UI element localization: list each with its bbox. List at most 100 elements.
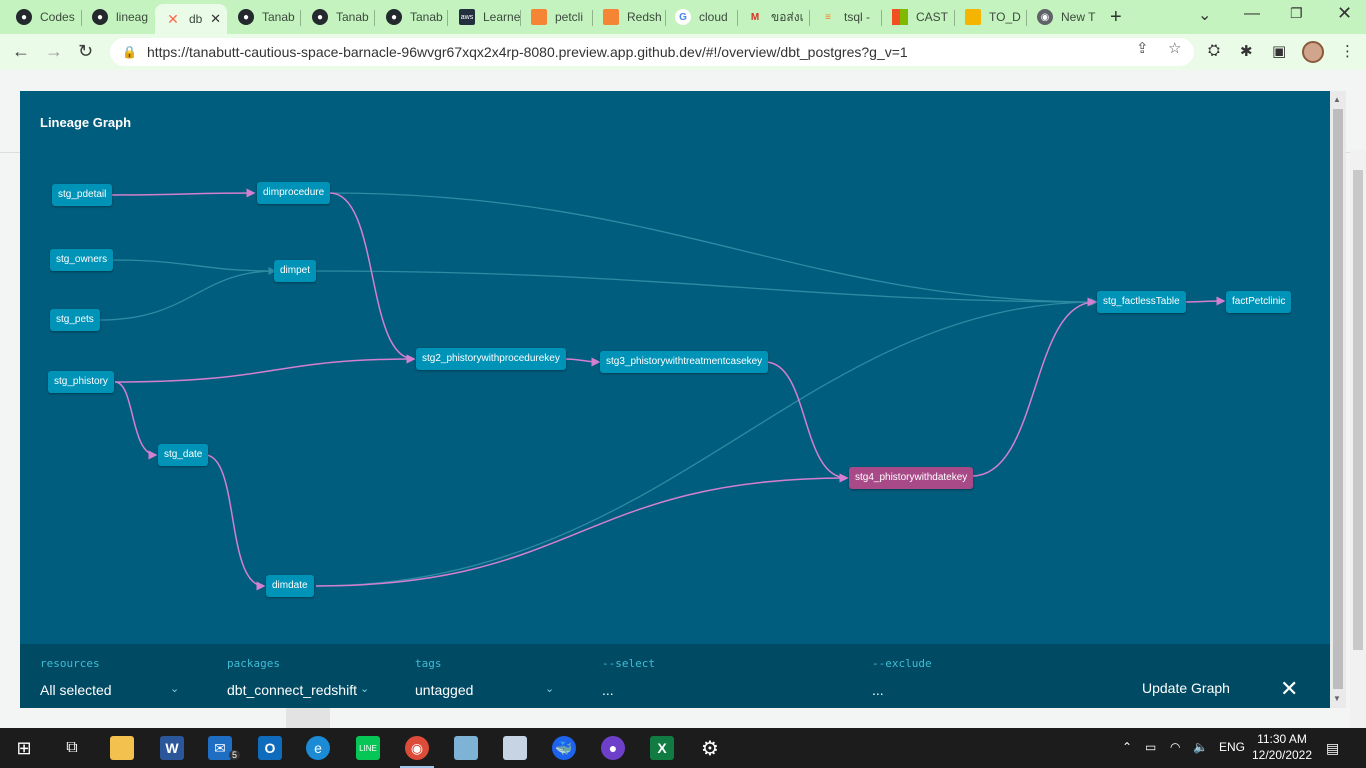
forward-arrow-icon[interactable]: → (45, 41, 63, 62)
url-text: https://tanabutt-cautious-space-barnacle… (146, 44, 908, 60)
new-tab-button[interactable]: + (1110, 6, 1122, 29)
edge-stgdate-dimdate (204, 454, 266, 591)
docker-icon[interactable]: 🐳 (552, 736, 576, 760)
extension-badge-icon[interactable]: ⛭ (1208, 42, 1220, 59)
menu-kebab-icon[interactable]: ⋮ (1340, 42, 1355, 60)
node-dimdate[interactable]: dimdate (266, 575, 314, 597)
close-tab-icon[interactable]: ✕ (210, 11, 221, 27)
select-input[interactable]: ... (602, 682, 614, 698)
language-indicator[interactable]: ENG (1219, 740, 1245, 754)
volume-icon[interactable]: 🔈 (1193, 740, 1208, 754)
tab-label: petcli (555, 10, 584, 24)
lineage-graph[interactable]: stg_pdetail dimprocedure stg_owners dimp… (20, 91, 1330, 644)
tab-lineage[interactable]: ● lineag (82, 4, 154, 30)
page-scrollbar-thumb[interactable] (1353, 170, 1363, 650)
notepad-icon[interactable] (454, 736, 478, 760)
side-panel-icon[interactable]: ▣ (1272, 42, 1286, 60)
settings-gear-icon[interactable]: ⚙ (698, 736, 722, 760)
node-dimpet[interactable]: dimpet (274, 260, 317, 282)
restore-button[interactable]: ❐ (1290, 5, 1303, 22)
docs-icon (965, 9, 981, 25)
node-stg-date[interactable]: stg_date (158, 444, 209, 466)
exclude-input[interactable]: ... (872, 682, 884, 698)
tab-new[interactable]: ◉ New T (1027, 4, 1099, 30)
bookmark-star-icon[interactable]: ☆ (1168, 39, 1181, 57)
node-stg-pdetail[interactable]: stg_pdetail (52, 184, 113, 206)
edge-pets-dimpet (99, 267, 277, 321)
tab-gmail[interactable]: M ขอส่งเ (737, 4, 809, 30)
tab-tsql[interactable]: ≡ tsql - (810, 4, 882, 30)
edge-stg2-stg3 (564, 357, 601, 367)
github-icon: ● (312, 9, 328, 25)
battery-icon[interactable]: ▭ (1145, 740, 1156, 754)
reload-icon[interactable]: ↻ (78, 41, 93, 62)
edge-icon[interactable]: e (306, 736, 330, 760)
node-stg3-phistorywithtreatmentcasekey[interactable]: stg3_phistorywithtreatmentcasekey (600, 351, 769, 373)
page-scrollbar[interactable] (1350, 150, 1366, 728)
back-arrow-icon[interactable]: ← (12, 41, 30, 62)
scroll-up-icon[interactable]: ▲ (1333, 95, 1341, 104)
github-desktop-icon[interactable]: ● (601, 736, 625, 760)
tab-learner[interactable]: aws Learne (449, 4, 521, 30)
share-icon[interactable]: ⇪ (1136, 39, 1149, 57)
tags-chevron-icon[interactable]: ⌄ (545, 682, 554, 695)
tab-redshift[interactable]: Redsh (593, 4, 665, 30)
node-stg2-phistorywithprocedurekey[interactable]: stg2_phistorywithprocedurekey (416, 348, 566, 370)
close-icon[interactable]: ✕ (1280, 676, 1298, 702)
line-app-icon[interactable]: LINE (356, 736, 380, 760)
tab-search-chevron-icon[interactable]: ⌄ (1198, 5, 1211, 25)
tray-chevron-icon[interactable]: ⌃ (1122, 740, 1132, 754)
node-stg4-phistorywithdatekey-selected[interactable]: stg4_phistorywithdatekey (849, 467, 974, 489)
node-stg-pets[interactable]: stg_pets (50, 309, 100, 331)
file-explorer-icon[interactable] (110, 736, 134, 760)
system-clock[interactable]: 11:30 AM 12/20/2022 (1250, 731, 1314, 763)
tab-cloud[interactable]: G cloud (665, 4, 737, 30)
outlook-icon[interactable]: O (258, 736, 282, 760)
node-factpetclinic[interactable]: factPetclinic (1226, 291, 1292, 313)
wifi-icon[interactable]: ◠ (1170, 740, 1180, 754)
tab-petclinic[interactable]: petcli (521, 4, 593, 30)
avatar[interactable] (1302, 41, 1324, 63)
scroll-down-icon[interactable]: ▼ (1333, 694, 1341, 703)
windows-start-icon[interactable]: ⊞ (12, 736, 36, 760)
edge-dimprocedure-stg2 (329, 192, 416, 364)
excel-icon[interactable]: X (650, 736, 674, 760)
panel-scrollbar[interactable]: ▲ ▼ (1330, 91, 1346, 708)
node-dimprocedure[interactable]: dimprocedure (257, 182, 331, 204)
node-stg-phistory[interactable]: stg_phistory (48, 371, 114, 393)
notification-icon[interactable]: ▤ (1326, 740, 1339, 757)
node-stg-owners[interactable]: stg_owners (50, 249, 114, 271)
close-window-button[interactable]: ✕ (1337, 3, 1352, 24)
tab-label: ขอส่งเ (771, 9, 804, 24)
tab-label: Tanab (410, 10, 443, 24)
resources-dropdown[interactable]: All selected (40, 682, 112, 698)
update-graph-button[interactable]: Update Graph (1142, 680, 1230, 696)
word-icon[interactable]: W (160, 736, 184, 760)
tab-label: CAST (916, 10, 949, 24)
node-stg-factlesstable[interactable]: stg_factlessTable (1097, 291, 1186, 313)
minimize-button[interactable]: — (1244, 5, 1260, 23)
tab-label: lineag (116, 10, 149, 24)
paint-icon[interactable] (503, 736, 527, 760)
packages-chevron-icon[interactable]: ⌄ (360, 682, 369, 695)
resources-chevron-icon[interactable]: ⌄ (170, 682, 179, 695)
panel-scrollbar-thumb[interactable] (1333, 109, 1343, 689)
tab-dbt-active[interactable]: ✕ db ✕ (155, 4, 227, 34)
tab-codes[interactable]: ● Codes (6, 4, 78, 30)
aws-icon: aws (459, 9, 475, 25)
graph-filter-bar: resources All selected ⌄ packages dbt_co… (20, 644, 1330, 708)
tab-tanab-1[interactable]: ● Tanab (228, 4, 300, 30)
packages-dropdown[interactable]: dbt_connect_redshift (227, 682, 357, 698)
tab-tanab-3[interactable]: ● Tanab (376, 4, 448, 30)
edge-dimpet-factless (315, 270, 1099, 306)
tab-to-date[interactable]: TO_D (955, 4, 1027, 30)
tab-tanab-2[interactable]: ● Tanab (302, 4, 374, 30)
extensions-puzzle-icon[interactable]: ✱ (1240, 42, 1253, 60)
chrome-taskbar-icon[interactable]: ◉ (405, 736, 429, 760)
tab-cast[interactable]: CAST (882, 4, 954, 30)
tab-label: cloud (699, 10, 728, 24)
task-view-icon[interactable]: ⧉ (60, 736, 84, 760)
tags-dropdown[interactable]: untagged (415, 682, 473, 698)
edge-phistory-stgdate (114, 381, 158, 460)
address-bar[interactable]: 🔒 https://tanabutt-cautious-space-barnac… (110, 38, 1194, 66)
